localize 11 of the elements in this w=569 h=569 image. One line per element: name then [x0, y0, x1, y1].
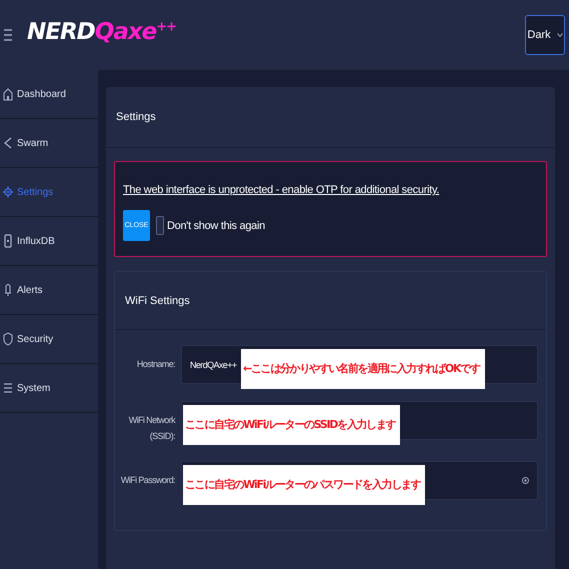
- page-title: Settings: [116, 111, 156, 123]
- field-label: Hostname:: [136, 358, 175, 371]
- card-title: WiFi Settings: [125, 294, 190, 306]
- logo: NERDQaxe$^{++}$: [27, 19, 176, 45]
- annotation-tooltip: ここに自宅のWiFiルーターのSSIDを入力します: [183, 405, 400, 445]
- checkbox-label: Don't show this again: [167, 220, 265, 232]
- annotation-tooltip: ←ここは分かりやすい名前を適用に入力すればOKです: [241, 349, 485, 389]
- field-label: WiFi Password:: [120, 474, 175, 487]
- warning-message: The web interface is unprotected - enable OTP for additional security.: [123, 184, 440, 196]
- annotation-tooltip: ここに自宅のWiFiルーターのパスワードを入力します: [183, 465, 426, 505]
- field-label: WiFi Network (SSID):: [128, 414, 175, 443]
